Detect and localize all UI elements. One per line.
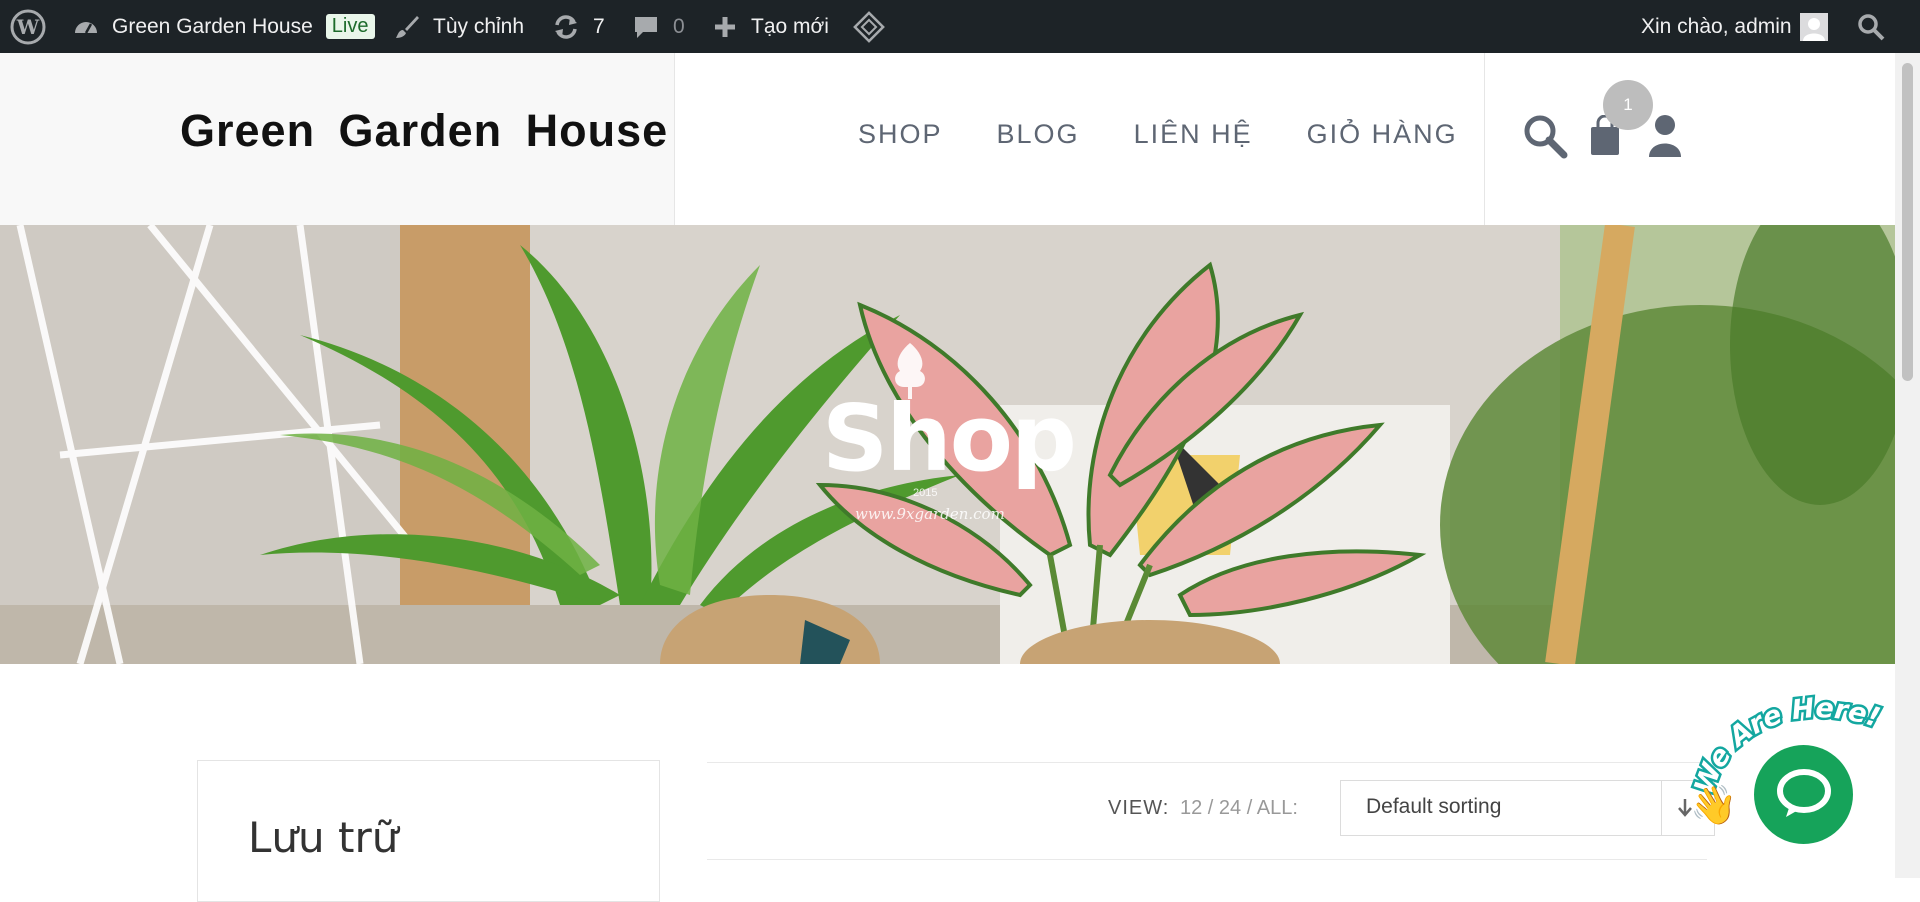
nav-item-lien-he[interactable]: LIÊN HỆ bbox=[1134, 119, 1253, 150]
nav-item-blog[interactable]: BLOG bbox=[997, 119, 1080, 150]
new-content-link[interactable]: Tạo mới bbox=[713, 0, 829, 53]
scrollbar-thumb[interactable] bbox=[1902, 63, 1913, 381]
site-name-menu[interactable]: Green Garden House Live bbox=[72, 0, 375, 53]
admin-search-icon[interactable] bbox=[1857, 0, 1885, 53]
updates-icon bbox=[555, 14, 577, 39]
shop-hero-banner: Shop 2015 www.9xgarden.com bbox=[0, 225, 1895, 664]
live-badge: Live bbox=[325, 14, 375, 39]
plus-icon bbox=[715, 16, 735, 37]
sort-divider bbox=[1661, 781, 1662, 835]
hero-watermark: www.9xgarden.com bbox=[855, 505, 1005, 523]
sort-selected-value: Default sorting bbox=[1366, 795, 1502, 818]
avatar-icon bbox=[1799, 12, 1828, 41]
search-icon[interactable] bbox=[1522, 113, 1568, 159]
chat-button[interactable] bbox=[1754, 745, 1853, 844]
hero-title: Shop bbox=[822, 385, 1077, 492]
cart-count-badge: 1 bbox=[1603, 80, 1653, 130]
nav-item-gio-hang[interactable]: GIỎ HÀNG bbox=[1307, 119, 1458, 150]
hero-watermark-year: 2015 bbox=[913, 487, 938, 499]
archive-widget: Lưu trữ bbox=[197, 760, 660, 902]
waving-hand-icon: 👋 bbox=[1690, 785, 1738, 827]
dashboard-icon bbox=[75, 21, 97, 34]
customize-label: Tùy chỉnh bbox=[433, 14, 525, 38]
view-label: VIEW: bbox=[1108, 797, 1170, 819]
svg-text:W: W bbox=[16, 15, 40, 39]
paintbrush-icon bbox=[396, 15, 419, 38]
logo-area: Green Garden House bbox=[0, 53, 675, 225]
chat-bubble-icon bbox=[1777, 769, 1831, 817]
hero-overlay: Shop 2015 www.9xgarden.com bbox=[0, 225, 1895, 664]
sort-select[interactable]: Default sorting bbox=[1340, 780, 1715, 836]
comment-icon bbox=[635, 16, 657, 38]
nav-item-shop[interactable]: SHOP bbox=[858, 119, 943, 150]
greeting-text: Xin chào, admin bbox=[1641, 14, 1792, 38]
comments-count: 0 bbox=[673, 14, 685, 38]
account-menu[interactable]: Xin chào, admin bbox=[1641, 0, 1828, 53]
view-per-page-options[interactable]: 12 / 24 / ALL: bbox=[1180, 797, 1298, 820]
comments-link[interactable]: 0 bbox=[632, 0, 685, 53]
plugin-diamond-icon[interactable] bbox=[852, 0, 886, 53]
user-account-icon[interactable] bbox=[1647, 113, 1683, 159]
site-title[interactable]: Green Garden House bbox=[180, 105, 668, 157]
updates-count: 7 bbox=[593, 14, 605, 38]
wordpress-logo-icon[interactable]: W bbox=[10, 0, 46, 53]
shop-toolbar: VIEW: 12 / 24 / ALL: Default sorting bbox=[707, 762, 1715, 860]
new-content-label: Tạo mới bbox=[751, 14, 829, 38]
archive-widget-title: Lưu trữ bbox=[248, 813, 399, 862]
updates-link[interactable]: 7 bbox=[551, 0, 605, 53]
admin-site-name: Green Garden House bbox=[112, 14, 313, 38]
site-header: Green Garden House SHOP BLOG LIÊN HỆ GIỎ… bbox=[0, 53, 1895, 225]
header-icons: 1 bbox=[1484, 53, 1896, 225]
customize-link[interactable]: Tùy chỉnh bbox=[393, 0, 524, 53]
main-navigation: SHOP BLOG LIÊN HỆ GIỎ HÀNG bbox=[858, 119, 1512, 150]
admin-bar: W Green Garden House Live Tùy chỉnh 7 0 … bbox=[0, 0, 1920, 53]
